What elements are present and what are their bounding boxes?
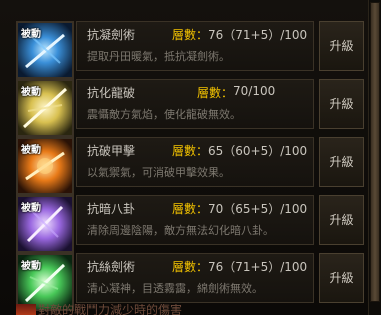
level-label: 層數： [172,202,209,216]
skill-description: 提取丹田暖氣，抵抗凝劍術。 [87,50,230,63]
skill-info-box: 抗化龍破 層數： 70/100 震懾敵方氣焰，使化龍破無效。 [76,79,314,129]
skill-info-box: 抗破甲擊 層數： 65（60+5）/100 以氣禦氣，可消破甲擊效果。 [76,137,314,187]
passive-tag: 被動 [21,203,41,214]
partial-skill-row: 對敵的戰鬥力減少時的傷害 [16,304,366,315]
skill-name: 抗破甲擊 [87,144,136,158]
scrollbar[interactable] [368,0,381,315]
skill-row: 被動 抗破甲擊 層數： 65（60+5）/100 以氣禦氣，可消破甲擊效果。 升… [0,136,368,198]
passive-tag: 被動 [21,145,41,156]
skill-list-panel: 被動 抗凝劍術 層數： 76（71+5）/100 提取丹田暖氣，抵抗凝劍術。 升… [0,0,381,315]
skill-info-box: 抗絲劍術 層數： 76（71+5）/100 清心凝神，目透霧靄，綿劍術無效。 [76,253,314,303]
upgrade-button[interactable]: 升級 [319,21,364,71]
level-value: 76（71+5）/100 [208,260,308,274]
skill-description: 清心凝神，目透霧靄，綿劍術無效。 [87,282,263,295]
skill-row: 被動 抗凝劍術 層數： 76（71+5）/100 提取丹田暖氣，抵抗凝劍術。 升… [0,20,368,82]
upgrade-button[interactable]: 升級 [319,137,364,187]
upgrade-button[interactable]: 升級 [319,79,364,129]
level-value: 70（65+5）/100 [208,202,308,216]
skill-description: 以氣禦氣，可消破甲擊效果。 [87,166,230,179]
level-label: 層數： [197,86,234,100]
armor-break-skill-icon[interactable]: 被動 [16,137,74,195]
level-label: 層數： [172,28,209,42]
passive-tag: 被動 [21,87,41,98]
passive-tag: 被動 [21,261,41,272]
skill-name: 抗絲劍術 [87,260,136,274]
level-value: 70/100 [233,84,276,98]
skill-name: 抗化龍破 [87,86,136,100]
passive-tag: 被動 [21,29,41,40]
skill-description: 震懾敵方氣焰，使化龍破無效。 [87,108,241,121]
skill-info-box: 抗凝劍術 層數： 76（71+5）/100 提取丹田暖氣，抵抗凝劍術。 [76,21,314,71]
skill-info-box: 抗暗八卦 層數： 70（65+5）/100 清除周邊陰陽，敵方無法幻化暗八卦。 [76,195,314,245]
skill-row: 被動 抗化龍破 層數： 70/100 震懾敵方氣焰，使化龍破無效。 升級 [0,78,368,140]
skill-row: 被動 抗暗八卦 層數： 70（65+5）/100 清除周邊陰陽，敵方無法幻化暗八… [0,194,368,256]
scrollbar-thumb[interactable] [370,2,380,302]
level-value: 76（71+5）/100 [208,28,308,42]
fire-skill-icon[interactable] [16,304,36,315]
level-value: 65（60+5）/100 [208,144,308,158]
skill-name: 抗凝劍術 [87,28,136,42]
upgrade-button[interactable]: 升級 [319,195,364,245]
level-label: 層數： [172,260,209,274]
skill-description: 清除周邊陰陽，敵方無法幻化暗八卦。 [87,224,274,237]
ice-sword-skill-icon[interactable]: 被動 [16,21,74,79]
partial-skill-text: 對敵的戰鬥力減少時的傷害 [38,304,183,315]
upgrade-button[interactable]: 升級 [319,253,364,303]
dragon-break-skill-icon[interactable]: 被動 [16,79,74,137]
level-label: 層數： [172,144,209,158]
skill-name: 抗暗八卦 [87,202,136,216]
dark-bagua-skill-icon[interactable]: 被動 [16,195,74,253]
silk-sword-skill-icon[interactable]: 被動 [16,253,74,311]
